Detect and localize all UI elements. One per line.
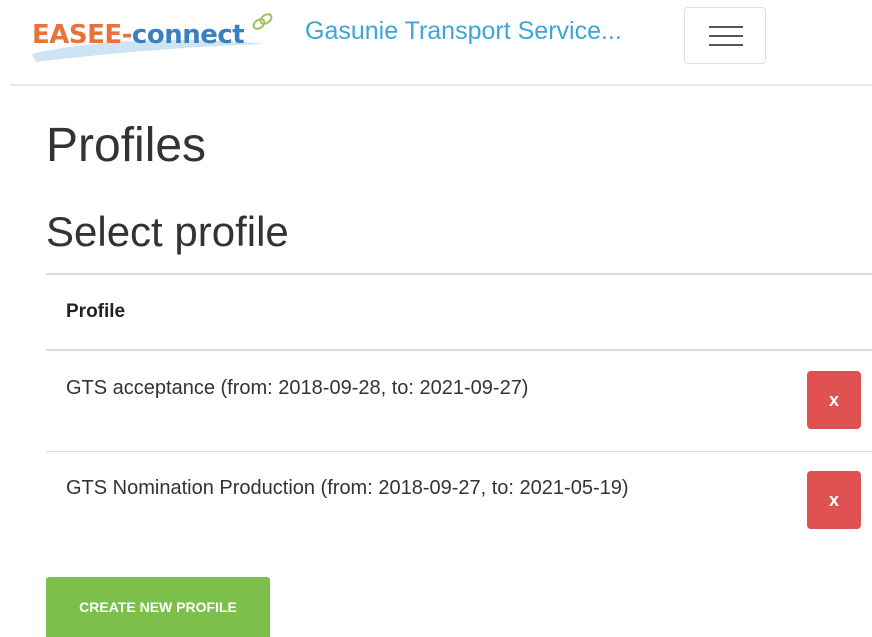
section-title: Select profile xyxy=(46,208,289,255)
navbar: EASEE-connect Gasunie Transport Service.… xyxy=(0,0,872,84)
table-top-border xyxy=(46,273,872,275)
delete-profile-button[interactable]: x xyxy=(807,471,861,529)
hamburger-menu-icon-bar xyxy=(709,44,743,46)
create-new-profile-button[interactable]: CREATE NEW PROFILE xyxy=(46,577,270,637)
table-row[interactable]: GTS Nomination Production (from: 2018-09… xyxy=(46,451,872,551)
row-divider xyxy=(46,451,872,452)
profile-name[interactable]: GTS Nomination Production (from: 2018-09… xyxy=(66,477,629,500)
brand-text-connect: connect xyxy=(131,20,245,50)
hamburger-menu-icon-bar xyxy=(709,35,743,37)
chain-link-icon xyxy=(252,13,273,30)
profile-name[interactable]: GTS acceptance (from: 2018-09-28, to: 20… xyxy=(66,377,528,400)
page-title: Profiles xyxy=(46,119,207,172)
brand-text-easee: EASEE- xyxy=(32,20,132,50)
delete-profile-button[interactable]: x xyxy=(807,371,861,429)
menu-toggle-button[interactable] xyxy=(684,7,766,64)
table-row[interactable]: GTS acceptance (from: 2018-09-28, to: 20… xyxy=(46,351,872,451)
hamburger-menu-icon xyxy=(709,26,743,28)
organization-link[interactable]: Gasunie Transport Service... xyxy=(305,17,622,46)
brand-logo[interactable]: EASEE-connect xyxy=(30,6,280,68)
column-header-profile: Profile xyxy=(66,301,126,322)
navbar-divider xyxy=(10,84,872,86)
brand-text: EASEE-connect xyxy=(32,20,245,50)
